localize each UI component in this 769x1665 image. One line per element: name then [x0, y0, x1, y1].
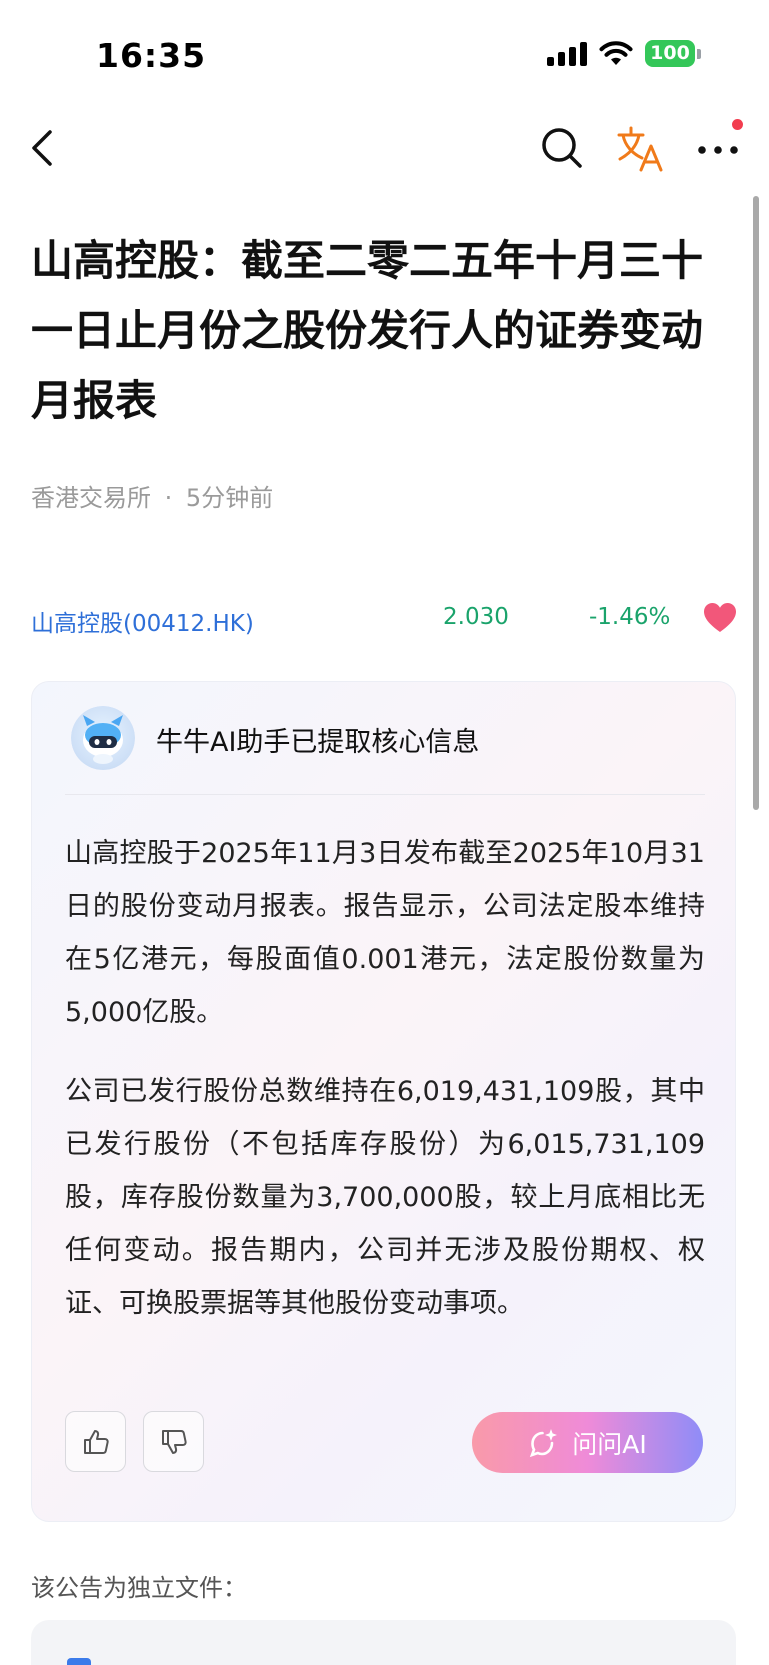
- thumbs-up-icon: [83, 1429, 109, 1454]
- ask-ai-button[interactable]: 问问AI: [472, 1412, 703, 1473]
- status-icons: 100: [547, 40, 701, 67]
- ai-summary-card: 牛牛AI助手已提取核心信息 山高控股于2025年11月3日发布截至2025年10…: [31, 681, 736, 1522]
- thumbs-down-button[interactable]: [143, 1411, 204, 1472]
- ai-robot-avatar-icon: [71, 706, 135, 770]
- notification-dot: [732, 119, 743, 130]
- thumbs-up-button[interactable]: [65, 1411, 126, 1472]
- signal-icon: [547, 41, 587, 66]
- search-icon[interactable]: [538, 124, 586, 172]
- article-title: 山高控股：截至二零二五年十月三十一日止月份之股份发行人的证券变动月报表: [31, 236, 704, 425]
- attachment-label: 该公告为独立文件：: [31, 1574, 247, 1602]
- status-time: 16:35: [96, 36, 207, 75]
- thumbs-down-icon: [161, 1429, 187, 1454]
- article-time: 5分钟前: [185, 484, 274, 512]
- divider: [65, 794, 705, 795]
- battery-icon: 100: [645, 40, 701, 67]
- scrollbar[interactable]: [753, 196, 759, 810]
- status-bar: 16:35 100: [0, 0, 769, 110]
- ai-chat-sparkle-icon: [530, 1428, 558, 1457]
- more-icon[interactable]: [694, 124, 742, 172]
- nav-bar: [0, 110, 769, 185]
- meta-separator: ·: [164, 484, 173, 512]
- heart-icon[interactable]: [703, 602, 737, 634]
- ai-summary-header: 牛牛AI助手已提取核心信息: [156, 727, 480, 758]
- stock-price: 2.030: [443, 604, 509, 630]
- ai-summary-paragraph: 山高控股于2025年11月3日发布截至2025年10月31日的股份变动月报表。报…: [65, 838, 705, 1028]
- article-source: 香港交易所: [31, 484, 151, 512]
- related-stock-row[interactable]: 山高控股(00412.HK) 2.030 -1.46%: [31, 600, 741, 640]
- ask-ai-label: 问问AI: [572, 1429, 647, 1459]
- article-meta: 香港交易所 · 5分钟前: [31, 478, 273, 513]
- attachment-card[interactable]: [31, 1620, 736, 1665]
- wifi-icon: [599, 40, 633, 65]
- stock-change: -1.46%: [589, 604, 671, 630]
- stock-name-link[interactable]: 山高控股(00412.HK): [31, 604, 254, 638]
- translate-icon[interactable]: [615, 122, 665, 174]
- battery-level: 100: [645, 40, 695, 67]
- document-icon: [67, 1658, 91, 1665]
- ai-summary-paragraph: 公司已发行股份总数维持在6,019,431,109股，其中已发行股份（不包括库存…: [65, 1076, 705, 1319]
- back-arrow-icon[interactable]: [20, 124, 68, 172]
